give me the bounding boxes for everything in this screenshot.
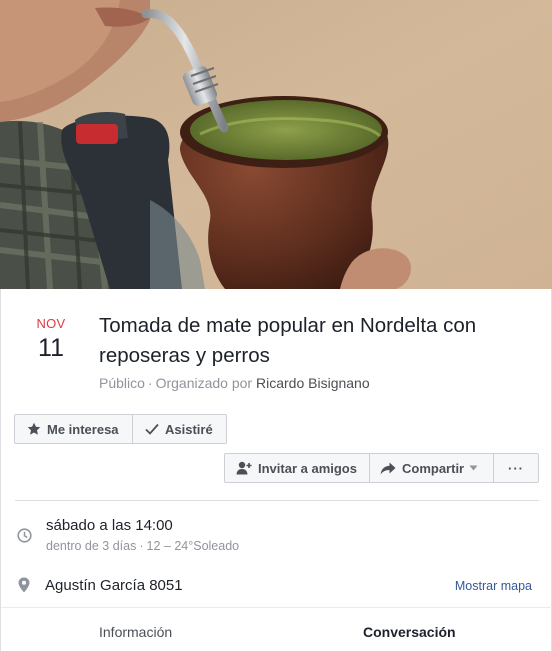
organized-by-label: Organizado por [155, 375, 253, 391]
event-time: sábado a las 14:00 [46, 517, 173, 534]
attended-label: Asistiré [165, 421, 213, 437]
star-icon [27, 422, 41, 435]
event-cover-photo[interactable] [0, 0, 552, 289]
tab-conversation[interactable]: Conversación [363, 623, 456, 641]
event-relative-time: dentro de 3 días [46, 539, 137, 553]
map-pin-icon [18, 577, 30, 593]
interested-button[interactable]: Me interesa [14, 414, 133, 444]
share-button[interactable]: Compartir [369, 453, 494, 483]
share-arrow-icon [380, 462, 396, 474]
meta-separator: · [147, 375, 153, 391]
event-title: Tomada de mate popular en Nordelta con r… [99, 314, 477, 367]
event-location[interactable]: Agustín García 8051 [45, 577, 183, 595]
event-privacy: Público [99, 375, 145, 391]
organizer-link[interactable]: Ricardo Bisignano [256, 375, 370, 391]
more-options-button[interactable]: ··· [493, 453, 539, 483]
attended-button[interactable]: Asistiré [132, 414, 227, 444]
section-divider [15, 500, 539, 501]
event-time-details: dentro de 3 días · 12 – 24°Soleado [46, 538, 239, 554]
more-options-label: ··· [508, 460, 524, 476]
invite-label: Invitar a amigos [258, 460, 357, 476]
show-map-link[interactable]: Mostrar mapa [455, 578, 532, 594]
event-meta: Público · Organizado por Ricardo Bisignano [99, 374, 370, 392]
caret-down-icon [469, 465, 478, 471]
event-card: NOV 11 Tomada de mate popular en Nordelt… [0, 289, 552, 651]
tabs-divider [1, 607, 552, 608]
share-label: Compartir [402, 460, 465, 476]
event-month: NOV [36, 316, 66, 331]
event-date: NOV 11 [31, 316, 71, 363]
add-person-icon [236, 461, 252, 475]
tab-information[interactable]: Información [99, 623, 172, 641]
clock-icon [17, 528, 32, 543]
check-icon [145, 423, 159, 435]
event-day: 11 [38, 334, 64, 362]
invite-friends-button[interactable]: Invitar a amigos [224, 453, 370, 483]
interested-label: Me interesa [47, 421, 119, 437]
mate-photo [0, 0, 552, 289]
time-separator: · [139, 539, 144, 553]
weather-forecast: 12 – 24°Soleado [146, 539, 240, 553]
